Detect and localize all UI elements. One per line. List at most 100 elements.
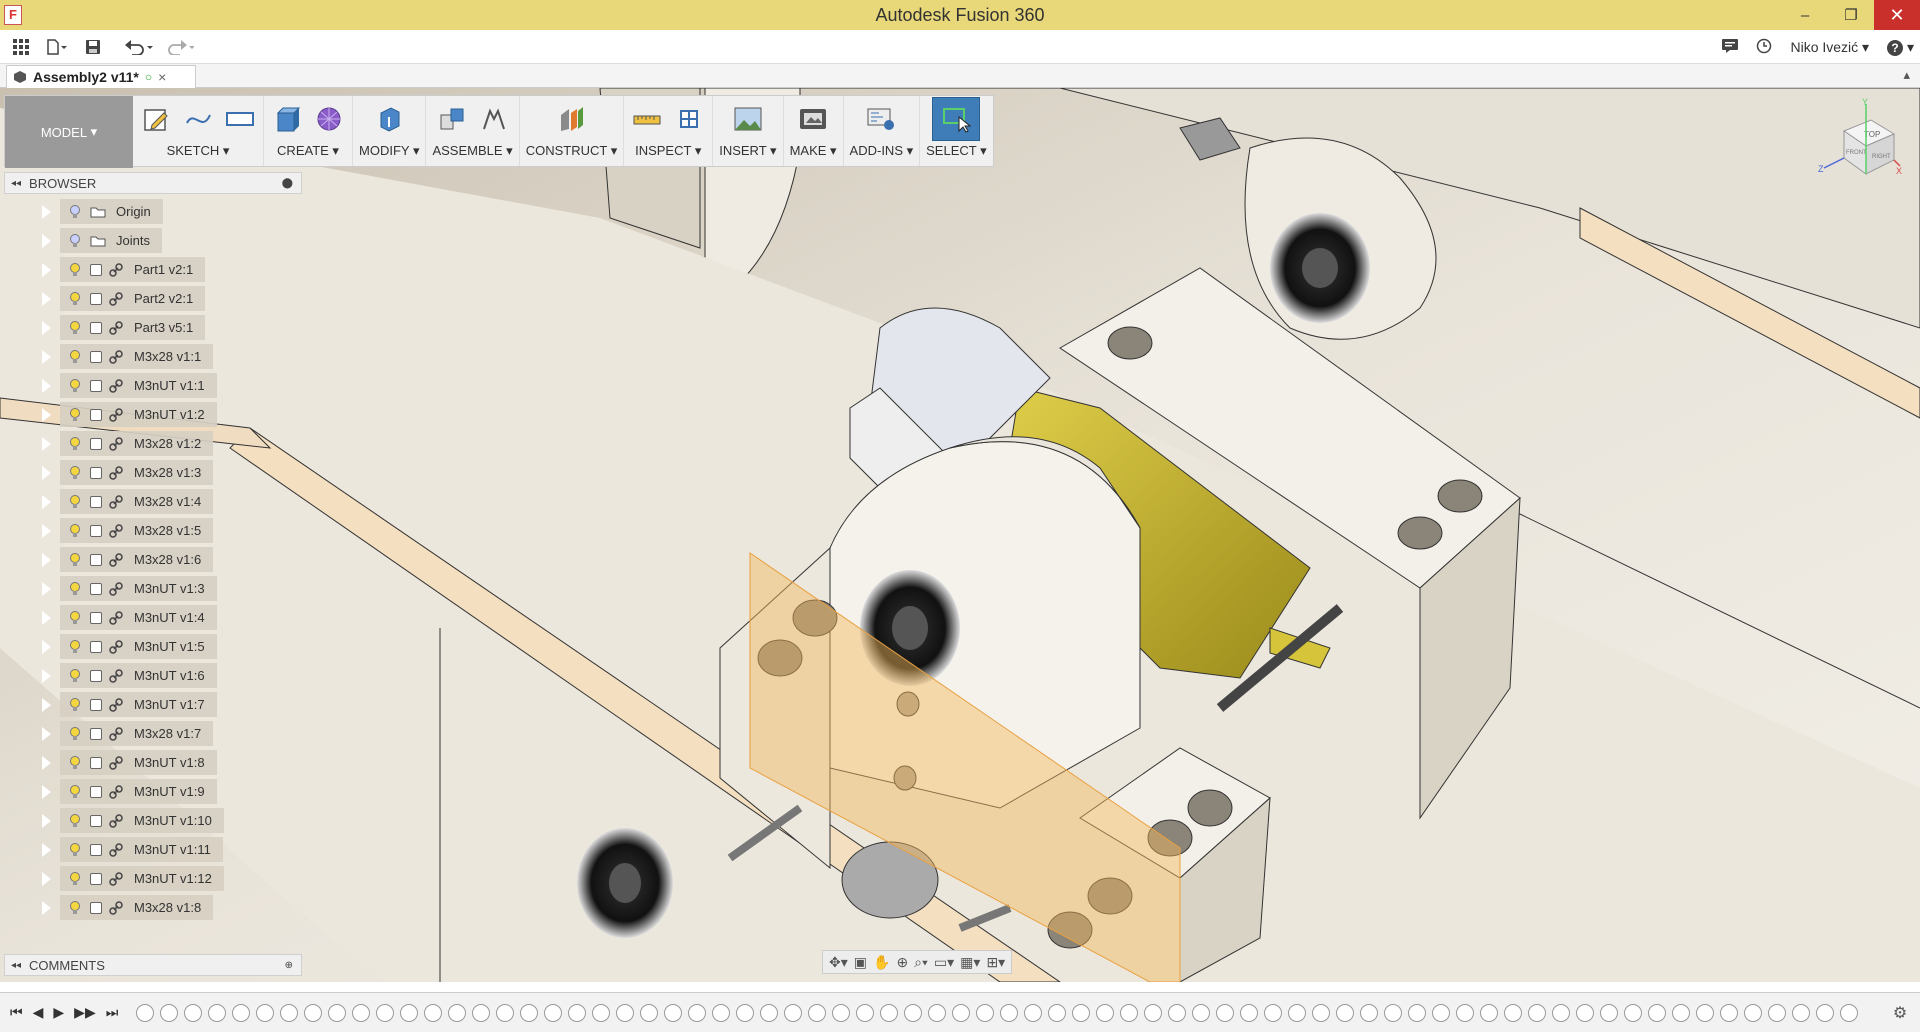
timeline-joint-icon[interactable] [1744,1003,1762,1022]
browser-item-body[interactable]: M3nUT v1:7 [60,692,217,717]
stop-sketch-icon[interactable] [223,102,257,136]
timeline-joint-icon[interactable] [520,1003,538,1022]
browser-item[interactable]: M3nUT v1:10 [4,806,302,835]
timeline-joint-icon[interactable] [1360,1003,1378,1022]
timeline-start-icon[interactable]: ⏮ [10,1004,23,1021]
timeline-joint-icon[interactable] [1792,1003,1810,1022]
visibility-bulb-icon[interactable] [66,262,84,277]
browser-pin-icon[interactable]: ⬤ [282,178,293,189]
browser-item-body[interactable]: Origin [60,199,163,224]
browser-item-body[interactable]: M3nUT v1:12 [60,866,224,891]
browser-item-body[interactable]: M3x28 v1:4 [60,489,214,514]
timeline-joint-icon[interactable] [232,1003,250,1022]
timeline-joint-icon[interactable] [928,1003,946,1022]
viewcube[interactable]: TOP FRONT RIGHT Y Z X [1816,96,1906,199]
form-icon[interactable] [312,102,346,136]
browser-item-body[interactable]: M3nUT v1:10 [60,808,224,833]
visibility-bulb-icon[interactable] [66,436,84,451]
timeline-joint-icon[interactable] [1192,1003,1210,1022]
close-tab-button[interactable]: × [158,69,166,85]
timeline-joint-icon[interactable] [352,1003,370,1022]
timeline-joint-icon[interactable] [616,1003,634,1022]
minimize-button[interactable]: – [1782,0,1828,30]
browser-item[interactable]: M3x28 v1:3 [4,458,302,487]
toolbar-group-sketch[interactable]: SKETCH ▾ [133,96,264,166]
scripts-addins-icon[interactable] [864,102,898,136]
browser-item[interactable]: M3x28 v1:6 [4,545,302,574]
create-sketch-icon[interactable] [139,102,173,136]
zoom-icon[interactable]: ⊕ [896,954,908,971]
file-menu-icon[interactable] [42,32,72,62]
timeline-joint-icon[interactable] [400,1003,418,1022]
timeline-joint-icon[interactable] [712,1003,730,1022]
job-status-clock-icon[interactable] [1756,38,1772,57]
timeline-joint-icon[interactable] [472,1003,490,1022]
toolbar-group-assemble[interactable]: ASSEMBLE ▾ [426,96,520,166]
timeline-joint-icon[interactable] [1456,1003,1474,1022]
browser-item-body[interactable]: M3nUT v1:4 [60,605,217,630]
timeline-joint-icon[interactable] [1120,1003,1138,1022]
sketch-spline-icon[interactable] [181,102,215,136]
browser-item[interactable]: M3x28 v1:7 [4,719,302,748]
browser-item[interactable]: M3nUT v1:8 [4,748,302,777]
fusion-app-icon[interactable]: F [4,5,22,25]
visibility-bulb-icon[interactable] [66,842,84,857]
expand-arrow-icon[interactable] [42,437,51,451]
orbit-icon[interactable]: ✥▾ [829,954,848,971]
browser-item[interactable]: M3nUT v1:3 [4,574,302,603]
browser-item[interactable]: M3nUT v1:12 [4,864,302,893]
timeline-joint-icon[interactable] [1696,1003,1714,1022]
timeline-joint-icon[interactable] [1600,1003,1618,1022]
viewcube-front-label[interactable]: FRONT [1846,150,1867,156]
maximize-button[interactable]: ❐ [1828,0,1874,30]
visibility-bulb-icon[interactable] [66,784,84,799]
offset-plane-icon[interactable] [554,102,588,136]
visibility-bulb-icon[interactable] [66,610,84,625]
timeline-joint-icon[interactable] [1480,1003,1498,1022]
browser-item[interactable]: M3nUT v1:6 [4,661,302,690]
browser-item[interactable]: Part2 v2:1 [4,284,302,313]
visibility-bulb-icon[interactable] [66,668,84,683]
browser-item-body[interactable]: M3x28 v1:2 [60,431,214,456]
timeline-joint-icon[interactable] [1336,1003,1354,1022]
look-at-icon[interactable]: ▣ [854,954,867,971]
expand-arrow-icon[interactable] [42,466,51,480]
toolbar-group-modify[interactable]: MODIFY ▾ [353,96,427,166]
expand-arrow-icon[interactable] [42,205,51,219]
timeline-joint-icon[interactable] [808,1003,826,1022]
notifications-icon[interactable] [1722,38,1739,56]
browser-item-body[interactable]: M3nUT v1:6 [60,663,217,688]
expand-arrow-icon[interactable] [42,234,51,248]
timeline-joint-icon[interactable] [280,1003,298,1022]
press-pull-icon[interactable] [372,102,406,136]
timeline-joint-icon[interactable] [664,1003,682,1022]
browser-item[interactable]: M3x28 v1:1 [4,342,302,371]
timeline-joint-icon[interactable] [1168,1003,1186,1022]
visibility-bulb-icon[interactable] [66,407,84,422]
section-analysis-icon[interactable] [672,102,706,136]
timeline-joint-icon[interactable] [256,1003,274,1022]
timeline-joint-icon[interactable] [1528,1003,1546,1022]
tab-overflow-chevron-icon[interactable]: ▴ [1903,67,1910,83]
extrude-icon[interactable] [270,102,304,136]
visibility-bulb-icon[interactable] [66,697,84,712]
browser-item[interactable]: M3nUT v1:4 [4,603,302,632]
timeline-joint-icon[interactable] [1144,1003,1162,1022]
toolbar-group-create[interactable]: CREATE ▾ [264,96,353,166]
timeline-joint-icon[interactable] [184,1003,202,1022]
document-tab[interactable]: Assembly2 v11* ○ × [6,65,196,88]
timeline-joint-icon[interactable] [1000,1003,1018,1022]
browser-item[interactable]: M3x28 v1:2 [4,429,302,458]
toolbar-group-addins[interactable]: ADD-INS ▾ [844,96,921,166]
visibility-bulb-icon[interactable] [66,204,84,219]
browser-item[interactable]: M3nUT v1:1 [4,371,302,400]
undo-icon[interactable] [124,32,154,62]
timeline-joint-icon[interactable] [904,1003,922,1022]
display-settings-icon[interactable]: ▭▾ [934,954,954,971]
browser-item[interactable]: M3nUT v1:9 [4,777,302,806]
joint-icon[interactable] [477,102,511,136]
expand-arrow-icon[interactable] [42,872,51,886]
browser-item-body[interactable]: M3nUT v1:9 [60,779,217,804]
timeline-joint-icon[interactable] [1840,1003,1858,1022]
workspace-mode-dropdown[interactable]: MODEL ▾ [5,96,133,168]
